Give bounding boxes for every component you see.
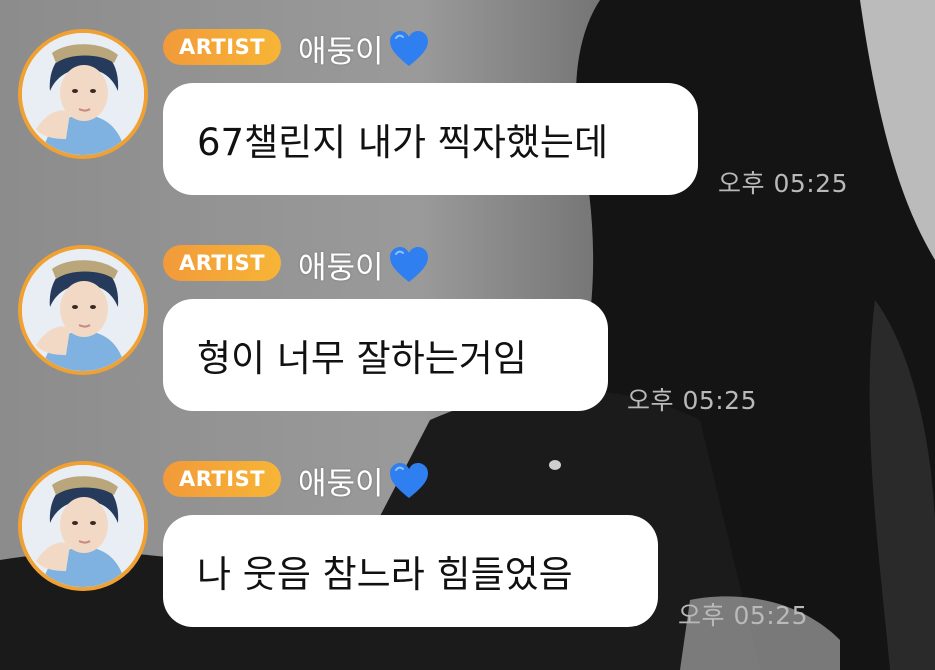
blue-heart-icon xyxy=(389,246,428,282)
sender-name[interactable]: 애둥이 xyxy=(298,458,430,503)
avatar[interactable] xyxy=(18,29,148,159)
sender-name-text: 애둥이 xyxy=(298,466,384,502)
sender-name-text: 애둥이 xyxy=(298,34,384,70)
message-bubble[interactable]: 형이 너무 잘하는거임 xyxy=(163,299,608,411)
message-bubble[interactable]: 67챌린지 내가 찍자했는데 xyxy=(163,83,698,195)
message-timestamp: 오후 05:25 xyxy=(627,386,757,415)
avatar[interactable] xyxy=(18,245,148,375)
sender-name[interactable]: 애둥이 xyxy=(298,26,430,71)
sender-name[interactable]: 애둥이 xyxy=(298,242,430,287)
blue-heart-icon xyxy=(389,462,428,498)
artist-badge: ARTIST xyxy=(163,29,281,65)
message-timestamp: 오후 05:25 xyxy=(718,169,848,198)
blue-heart-icon xyxy=(389,30,428,66)
message-bubble[interactable]: 나 웃음 참느라 힘들었음 xyxy=(163,515,658,627)
artist-badge: ARTIST xyxy=(163,461,281,497)
sender-name-text: 애둥이 xyxy=(298,250,384,286)
artist-badge: ARTIST xyxy=(163,245,281,281)
message-timestamp: 오후 05:25 xyxy=(678,601,808,630)
avatar[interactable] xyxy=(18,461,148,591)
